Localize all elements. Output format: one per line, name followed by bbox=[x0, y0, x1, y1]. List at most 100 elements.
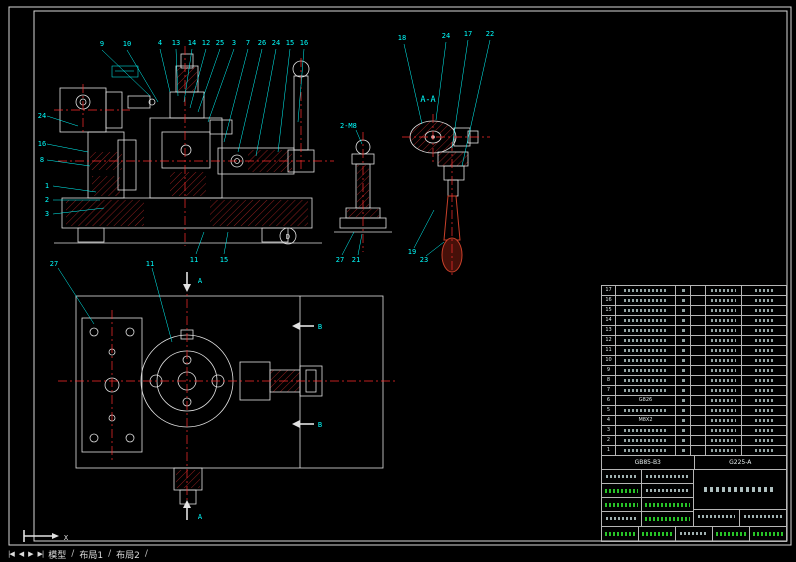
bom-cell-no: 13 bbox=[602, 326, 616, 336]
bom-cell-no: 15 bbox=[602, 306, 616, 316]
callout-label: 19 bbox=[408, 248, 416, 256]
bom-cell-q1 bbox=[676, 336, 691, 346]
bom-cell-q1 bbox=[676, 446, 691, 456]
bom-cell-rem bbox=[742, 306, 787, 316]
bom-cell-q1 bbox=[676, 386, 691, 396]
tab-layout1[interactable]: 布局1 bbox=[79, 548, 103, 561]
bom-cell-q1 bbox=[676, 366, 691, 376]
bom-table: 17 16 15 14 13 12 11 10 9 8 7 6 G826 5 4 M8X2 3 2 1 GB85-B… bbox=[601, 285, 787, 542]
callout-label: 11 bbox=[190, 256, 198, 264]
callout-label: 22 bbox=[486, 30, 494, 38]
bom-cell-rem bbox=[742, 356, 787, 366]
callout-label: 27 bbox=[50, 260, 58, 268]
ucs-icon: X bbox=[23, 530, 69, 542]
callout-label: 3 bbox=[232, 39, 236, 47]
bom-cell-no: 6 bbox=[602, 396, 616, 406]
title-block-cell bbox=[713, 527, 750, 541]
bom-row: 7 bbox=[601, 386, 787, 396]
callout-label: 25 bbox=[216, 39, 224, 47]
bom-cell-q2 bbox=[691, 426, 706, 436]
title-block-cell bbox=[602, 527, 639, 541]
tab-nav-prev-icon[interactable]: ◀ bbox=[19, 550, 24, 558]
title-block-cell bbox=[642, 484, 693, 497]
bom-cell-mat bbox=[706, 366, 742, 376]
callout-label: 2 bbox=[45, 196, 49, 204]
bom-row: 13 bbox=[601, 326, 787, 336]
bom-cell-q1 bbox=[676, 296, 691, 306]
callout-label: 1 bbox=[45, 182, 49, 190]
section-aa-view: A-A 18 24 17 22 19 23 bbox=[398, 30, 494, 278]
bom-row: 1 bbox=[601, 446, 787, 456]
callout-label: 12 bbox=[202, 39, 210, 47]
bom-row: 6 G826 bbox=[601, 396, 787, 406]
bom-cell-name bbox=[616, 406, 676, 416]
bom-cell-rem bbox=[742, 316, 787, 326]
title-block-cell bbox=[740, 510, 786, 526]
tab-layout2[interactable]: 布局2 bbox=[116, 548, 140, 561]
title-block-cell bbox=[694, 510, 740, 526]
bom-rows: 17 16 15 14 13 12 11 10 9 8 7 6 G826 5 4 M8X2 3 2 1 bbox=[601, 286, 787, 456]
tab-separator: / bbox=[71, 549, 75, 559]
callout-label: 26 bbox=[258, 39, 266, 47]
bom-cell-no: 5 bbox=[602, 406, 616, 416]
title-block-cell bbox=[602, 484, 642, 497]
bom-cell-mat bbox=[706, 346, 742, 356]
callout-label: 4 bbox=[158, 39, 162, 47]
bom-cell-q2 bbox=[691, 356, 706, 366]
bom-cell-q2 bbox=[691, 376, 706, 386]
title-block-cell bbox=[639, 527, 676, 541]
bom-cell-mat bbox=[706, 396, 742, 406]
tab-model[interactable]: 模型 bbox=[48, 548, 66, 561]
tab-separator: / bbox=[144, 549, 148, 559]
bom-cell-rem bbox=[742, 366, 787, 376]
bom-cell-rem bbox=[742, 386, 787, 396]
bom-cell-name bbox=[616, 446, 676, 456]
bom-cell-mat bbox=[706, 356, 742, 366]
callout-label: 10 bbox=[123, 40, 131, 48]
bom-cell-mat bbox=[706, 436, 742, 446]
bom-cell-name bbox=[616, 296, 676, 306]
bom-cell-no: 11 bbox=[602, 346, 616, 356]
title-block-cell bbox=[642, 498, 693, 511]
tab-nav-last-icon[interactable]: ▶| bbox=[38, 550, 45, 558]
bom-cell-rem bbox=[742, 346, 787, 356]
callout-label: 15 bbox=[220, 256, 228, 264]
bom-cell-q2 bbox=[691, 436, 706, 446]
bom-cell-mat bbox=[706, 296, 742, 306]
bom-cell-q2 bbox=[691, 316, 706, 326]
bom-row: 15 bbox=[601, 306, 787, 316]
title-block bbox=[601, 470, 787, 542]
bom-cell-name bbox=[616, 436, 676, 446]
bom-row: 16 bbox=[601, 296, 787, 306]
bom-cell-no: 8 bbox=[602, 376, 616, 386]
bom-cell-q2 bbox=[691, 306, 706, 316]
detail-label: D bbox=[286, 233, 290, 241]
bom-cell-mat bbox=[706, 446, 742, 456]
bom-cell-q2 bbox=[691, 366, 706, 376]
callout-label: 13 bbox=[172, 39, 180, 47]
bom-cell-q1 bbox=[676, 356, 691, 366]
title-block-part-name bbox=[694, 470, 786, 510]
callout-label: 11 bbox=[146, 260, 154, 268]
callout-label: 16 bbox=[300, 39, 308, 47]
callout-label: 17 bbox=[464, 30, 472, 38]
bom-cell-mat bbox=[706, 406, 742, 416]
bom-cell-no: 17 bbox=[602, 286, 616, 296]
bom-cell-mat bbox=[706, 326, 742, 336]
callout-label: 15 bbox=[286, 39, 294, 47]
bom-cell-name bbox=[616, 316, 676, 326]
tab-nav-first-icon[interactable]: |◀ bbox=[8, 550, 15, 558]
title-block-cell bbox=[602, 498, 642, 511]
bom-cell-name: G826 bbox=[616, 396, 676, 406]
bom-row: 9 bbox=[601, 366, 787, 376]
tab-nav-next-icon[interactable]: ▶ bbox=[28, 550, 33, 558]
side-part-view: 2-M8 27 21 bbox=[334, 122, 392, 264]
bom-cell-name bbox=[616, 386, 676, 396]
bom-cell-rem bbox=[742, 416, 787, 426]
bom-row: 5 bbox=[601, 406, 787, 416]
bom-cell-q2 bbox=[691, 286, 706, 296]
bom-cell-rem bbox=[742, 446, 787, 456]
bom-cell-no: 2 bbox=[602, 436, 616, 446]
bom-cell-rem bbox=[742, 286, 787, 296]
bom-cell-q1 bbox=[676, 316, 691, 326]
